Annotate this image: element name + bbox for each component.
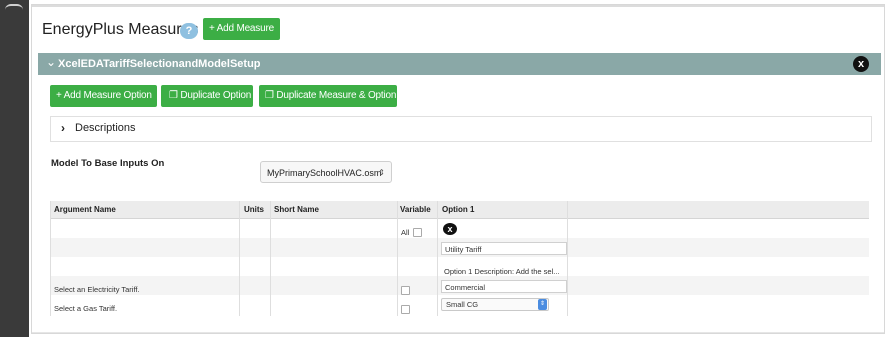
duplicate-measure-option-button[interactable]: ❐ Duplicate Measure & Option <box>259 85 397 107</box>
argument-name: Select an Electricity Tariff. <box>54 285 140 294</box>
column-divider <box>397 201 398 316</box>
copy-icon: ❐ <box>265 90 274 101</box>
measures-panel: EnergyPlus Measures ? + Add Measure ⌄ Xc… <box>31 4 885 334</box>
electricity-tariff-input[interactable]: Commercial <box>441 280 567 293</box>
variable-checkbox[interactable] <box>401 286 410 295</box>
column-divider <box>50 201 51 316</box>
measure-header-bar[interactable]: ⌄ XcelEDATariffSelectionandModelSetup x <box>38 53 881 75</box>
remove-measure-icon[interactable]: x <box>853 56 869 72</box>
gas-tariff-select[interactable]: Small CG ⇕ <box>441 298 549 311</box>
add-measure-button[interactable]: + Add Measure <box>203 18 280 40</box>
duplicate-measure-option-label: Duplicate Measure & Option <box>276 90 397 101</box>
arguments-table: Argument Name Units Short Name Variable … <box>50 201 869 316</box>
remove-option-icon[interactable]: x <box>443 223 457 235</box>
header-short-name: Short Name <box>274 205 319 214</box>
chevron-right-icon: › <box>61 121 65 135</box>
column-divider <box>567 201 568 316</box>
info-icon[interactable]: ? <box>180 23 198 39</box>
variable-checkbox[interactable] <box>401 305 410 314</box>
all-label: All <box>401 228 410 237</box>
header-option-1: Option 1 <box>442 205 475 214</box>
gas-tariff-value: Small CG <box>446 300 479 309</box>
option-name-input[interactable]: Utility Tariff <box>441 242 567 255</box>
model-select-value: MyPrimarySchoolHVAC.osm <box>267 168 382 178</box>
model-select[interactable]: MyPrimarySchoolHVAC.osm ⇕ <box>260 161 392 183</box>
variable-all-checkbox[interactable] <box>413 228 422 237</box>
bottom-divider <box>32 332 884 333</box>
select-arrows-icon: ⇕ <box>538 299 547 310</box>
column-divider <box>437 201 438 316</box>
left-sidebar <box>0 0 29 337</box>
select-arrows-icon: ⇕ <box>378 168 385 177</box>
top-divider <box>32 5 884 7</box>
model-label: Model To Base Inputs On <box>51 158 165 169</box>
copy-icon: ❐ <box>169 90 178 101</box>
header-variable: Variable <box>400 205 431 214</box>
descriptions-label: Descriptions <box>75 122 136 134</box>
sidebar-handle-icon[interactable] <box>5 4 23 12</box>
measure-name: XcelEDATariffSelectionandModelSetup <box>58 58 261 70</box>
descriptions-section[interactable]: › Descriptions <box>50 116 872 142</box>
table-row <box>50 219 869 238</box>
argument-name: Select a Gas Tariff. <box>54 304 118 313</box>
page-title: EnergyPlus Measures <box>42 21 199 38</box>
add-measure-option-button[interactable]: + Add Measure Option <box>50 85 157 107</box>
duplicate-option-label: Duplicate Option <box>180 90 252 101</box>
option-description[interactable]: Option 1 Description: Add the sel... <box>444 267 559 276</box>
duplicate-option-button[interactable]: ❐ Duplicate Option <box>161 85 253 107</box>
header-units: Units <box>244 205 264 214</box>
column-divider <box>239 201 240 316</box>
chevron-down-icon[interactable]: ⌄ <box>46 55 56 69</box>
header-argument-name: Argument Name <box>54 205 116 214</box>
column-divider <box>270 201 271 316</box>
